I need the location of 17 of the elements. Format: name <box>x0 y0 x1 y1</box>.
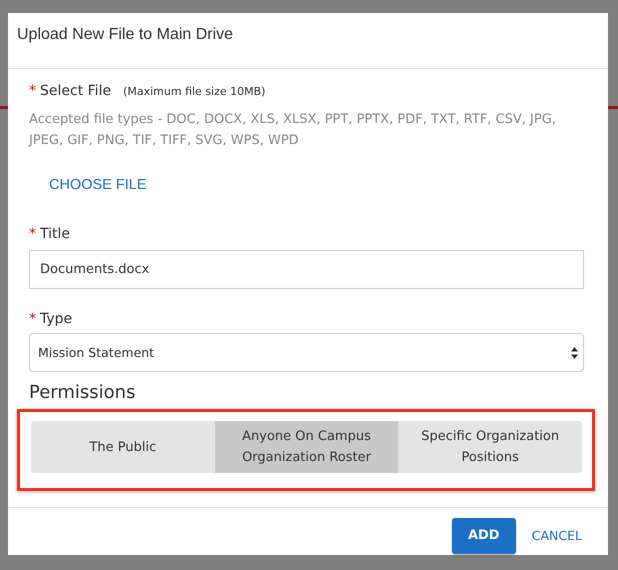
size-hint: (Maximum file size 10MB) <box>123 85 266 98</box>
accepted-types-text: Accepted file types - DOC, DOCX, XLS, XLSX, PPT, PPTX, PDF, TXT, RTF, CSV, JPG, JPEG, GIF, PNG, TIF, TIFF, SVG, WPS, WPD <box>29 111 557 150</box>
dialog-title: Upload New File to Main Drive <box>17 26 234 43</box>
field-label: Type <box>40 311 72 327</box>
section-heading: Permissions <box>29 382 136 403</box>
required-mark: * <box>29 226 36 242</box>
choose-file-button[interactable]: CHOOSE FILE <box>49 177 146 193</box>
sort-arrows-icon <box>571 346 578 358</box>
required-mark: * <box>29 83 36 99</box>
cancel-button[interactable]: CANCEL <box>532 528 582 543</box>
permission-option[interactable]: Anyone On Campus Organization Roster <box>214 421 398 473</box>
add-button[interactable]: ADD <box>452 518 516 554</box>
type-select[interactable]: Mission Statement <box>29 333 584 372</box>
field-label: Select File <box>40 83 112 99</box>
field-label: Title <box>40 226 70 242</box>
required-mark: * <box>29 311 36 327</box>
title-field[interactable]: Documents.docx <box>29 250 584 289</box>
